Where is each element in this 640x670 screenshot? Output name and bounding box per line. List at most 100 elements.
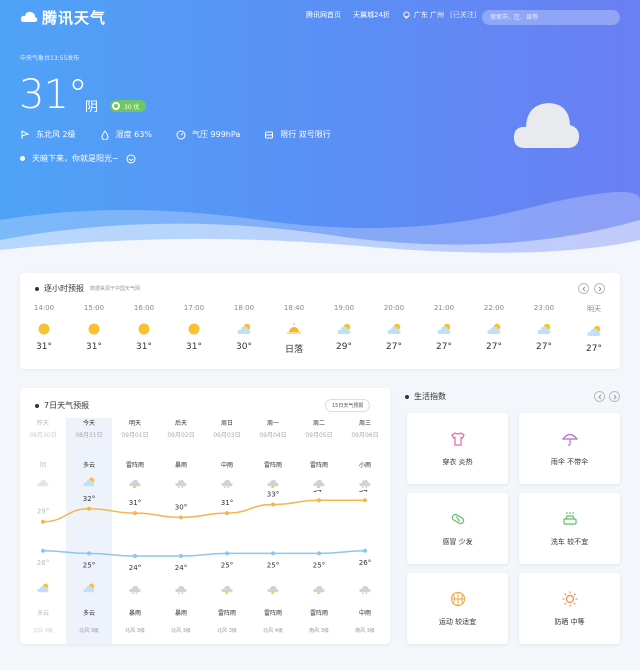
hour-item: 23:00 27° — [524, 304, 564, 352]
wind-flag-icon — [21, 129, 30, 139]
hour-icon-wrap — [36, 321, 52, 337]
chevron-left-icon — [597, 394, 601, 399]
low-temp-label: 25° — [221, 561, 233, 569]
hour-icon-wrap — [336, 321, 352, 337]
daily-title-text: 7日天气预报 — [44, 401, 90, 410]
day-date: 09月05日 — [305, 432, 333, 439]
rain-icon — [359, 585, 371, 595]
location-selector[interactable]: 广东 广州 — [402, 10, 444, 20]
hour-temp: 31° — [36, 342, 52, 352]
hour-temp: 27° — [436, 342, 452, 352]
hour-time: 明天 — [587, 305, 601, 313]
hour-icon-wrap — [486, 321, 502, 337]
high-temp-point — [271, 502, 275, 507]
hour-icon-wrap — [186, 321, 202, 337]
hour-temp: 31° — [186, 342, 202, 352]
hourly-prev-button[interactable] — [578, 283, 589, 294]
day-column-header[interactable]: 后天 09月02日 暴雨 — [158, 418, 204, 489]
hour-icon-wrap — [386, 321, 402, 337]
day-column-header[interactable]: 明天 09月01日 雷阵雨 — [112, 418, 158, 489]
hour-temp: 31° — [136, 342, 152, 352]
high-temp-point — [179, 515, 183, 520]
traffic-limit-text: 限行 双号限行 — [280, 130, 331, 139]
nav-link-promo[interactable]: 天翼城24折 — [353, 10, 390, 20]
follow-status[interactable]: [已关注] — [450, 10, 476, 20]
day-date: 09月02日 — [167, 432, 195, 439]
day-icon-wrap — [128, 476, 142, 489]
day-column-header[interactable]: 周一 09月04日 雷阵雨 — [250, 418, 296, 489]
refresh-icon[interactable] — [126, 154, 136, 164]
hour-time: 19:00 — [333, 304, 355, 312]
day-name: 周一 — [266, 420, 279, 427]
day-column-header[interactable]: 今天 08月31日 多云 — [66, 418, 112, 488]
high-temp-point — [41, 519, 45, 524]
life-index-item[interactable]: 雨伞 不带伞 — [519, 413, 620, 484]
hour-item: 18:40 日落 — [274, 304, 314, 355]
night-wind: 北风 3级 — [125, 628, 145, 634]
search-input[interactable] — [482, 10, 620, 25]
night-icon-wrap — [158, 582, 204, 596]
current-metrics: 东北风 2级 湿度 63% 气压 999hPa 限行 双号限行 — [20, 129, 355, 140]
day-column-header[interactable]: 周三 09月06日 小雨 — [342, 418, 388, 489]
life-prev-button[interactable] — [594, 391, 605, 402]
current-temperature: 31° — [19, 72, 88, 118]
night-weather: 中雨 — [358, 610, 371, 617]
tip-text: 天暗下来，你就是阳光~ — [32, 154, 119, 163]
night-wind: 南风 3级 — [355, 628, 375, 634]
title-bullet — [35, 403, 39, 408]
night-icon-wrap — [204, 582, 250, 596]
night-icon-wrap — [342, 582, 388, 596]
partly-cloudy-icon — [37, 583, 49, 593]
partly-cloudy-icon — [437, 323, 451, 334]
day-column-header[interactable]: 周日 09月03日 中雨 — [204, 418, 250, 489]
nav-link-home[interactable]: 腾讯网首页 — [306, 10, 341, 20]
hour-time: 17:00 — [183, 304, 205, 312]
hour-item: 14:00 31° — [24, 304, 64, 352]
sun-icon — [138, 323, 150, 335]
night-wind: 北风 3级 — [171, 628, 191, 634]
life-index-item[interactable]: 防晒 中等 — [519, 573, 620, 644]
hour-item: 22:00 27° — [474, 304, 514, 352]
day-icon-wrap — [36, 476, 50, 488]
life-index-label: 雨伞 不带伞 — [550, 458, 589, 466]
hourly-next-button[interactable] — [594, 283, 605, 294]
title-bullet — [405, 394, 409, 399]
hour-item: 15:00 31° — [74, 304, 114, 352]
logo[interactable]: 腾讯天气 — [20, 6, 106, 28]
life-index-item[interactable]: 感冒 少发 — [407, 493, 508, 564]
hour-icon-wrap — [136, 321, 152, 337]
day-date: 08月31日 — [75, 432, 103, 439]
day-icon-wrap — [82, 476, 96, 488]
day-icon-wrap — [358, 476, 372, 489]
high-temp-label: 34° — [359, 490, 371, 494]
life-next-button[interactable] — [609, 391, 620, 402]
life-index-item[interactable]: 洗车 较不宜 — [519, 493, 620, 564]
day-column-header[interactable]: 周二 09月05日 雷阵雨 — [296, 418, 342, 489]
hour-time: 18:40 — [283, 304, 305, 312]
aqi-badge[interactable]: 30 优 — [110, 100, 146, 112]
day-weather: 雷阵雨 — [125, 462, 144, 469]
night-wind: 北风 3级 — [79, 628, 99, 634]
life-index-label: 洗车 较不宜 — [550, 538, 589, 546]
car-icon — [265, 131, 274, 138]
day-column-header[interactable]: 昨天 08月30日阴 — [20, 418, 66, 488]
wind-metric: 东北风 2级 — [20, 129, 76, 140]
life-index-item[interactable]: 穿衣 炎热 — [407, 413, 508, 484]
low-temp-label: 24° — [175, 564, 187, 570]
high-temp-line — [42, 499, 365, 523]
night-icon-wrap — [20, 582, 66, 596]
life-title-text: 生活指数 — [414, 392, 446, 401]
hour-time: 20:00 — [383, 304, 405, 312]
hourly-source: 数据来源于中国天气网 — [90, 286, 141, 292]
hour-time: 15:00 — [83, 304, 105, 312]
logo-text: 腾讯天气 — [42, 8, 107, 27]
fifteen-day-button[interactable]: 15日天气预报 — [325, 399, 371, 412]
night-wind: 北风 4级 — [33, 628, 53, 634]
sun-icon — [88, 323, 100, 335]
temperature-chart: 29° 26° 32° 25° 31° 24° 30° 24° 31° 25° 33° 25° 34° 2… — [37, 490, 371, 570]
life-index-item[interactable]: 运动 较适宜 — [407, 573, 508, 644]
day-icon-wrap — [266, 476, 280, 489]
publish-info: 中央气象台13:55发布 — [20, 55, 80, 62]
night-wind: 北风 4级 — [263, 628, 283, 634]
pill-icon — [451, 513, 464, 525]
